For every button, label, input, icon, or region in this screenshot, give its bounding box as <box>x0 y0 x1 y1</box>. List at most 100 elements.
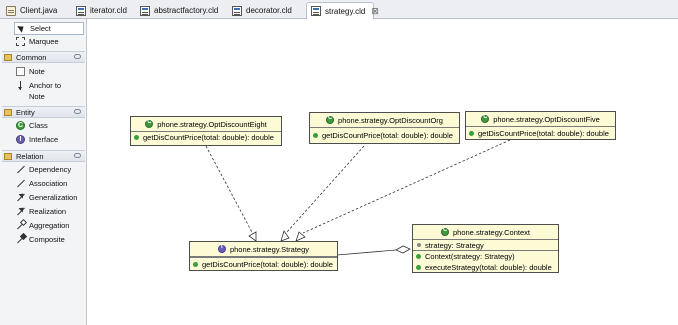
interface-icon <box>16 134 25 145</box>
public-method-icon <box>469 130 474 136</box>
dependency-icon <box>16 165 25 174</box>
class-diagram-file-icon <box>140 5 150 16</box>
palette-item-label: Class <box>29 121 48 130</box>
field-row[interactable]: strategy: Strategy <box>413 240 558 251</box>
class-diagram-file-icon <box>76 5 86 16</box>
palette-item-label: Anchor to Note <box>29 80 61 102</box>
class-header: phone.strategy.OptDiscountEight <box>131 117 281 132</box>
palette-item-label: Dependency <box>29 165 72 174</box>
association-icon <box>16 179 25 188</box>
palette-class-tool[interactable]: Class <box>16 120 48 133</box>
palette-select-tool[interactable]: Select <box>14 22 84 35</box>
palette-item-label: Composite <box>29 235 65 244</box>
palette-marquee-tool[interactable]: Marquee <box>16 36 59 49</box>
anchor-arrow-icon <box>16 81 25 90</box>
palette-item-label: Marquee <box>29 37 59 46</box>
tab-strategy-cld[interactable]: strategy.cld ⊠ <box>306 2 379 19</box>
tab-label: Client.java <box>20 6 58 15</box>
palette-aggregation-tool[interactable]: Aggregation <box>16 220 69 233</box>
class-name: phone.strategy.Context <box>453 227 530 237</box>
tab-abstractfactory-cld[interactable]: abstractfactory.cld <box>136 2 226 19</box>
method-signature: getDisCountPrice(total: double): double <box>322 130 453 140</box>
class-header: phone.strategy.Strategy <box>190 242 337 257</box>
method-row[interactable]: getDisCountPrice(total: double): double <box>131 132 281 142</box>
method-signature: getDisCountPrice(total: double): double <box>143 132 274 142</box>
editor-tab-bar: Client.java iterator.cld abstractfactory… <box>0 0 678 19</box>
class-name: phone.strategy.OptDiscountOrg <box>338 115 443 125</box>
drawer-label: Common <box>16 52 47 62</box>
generalization-icon <box>16 193 25 202</box>
class-diagram-file-icon <box>311 6 321 16</box>
drawer-relation[interactable]: Relation <box>2 150 85 162</box>
realization-icon <box>16 207 25 216</box>
class-name: phone.strategy.Strategy <box>229 244 310 254</box>
private-field-icon <box>417 243 421 247</box>
marquee-icon <box>16 37 25 46</box>
public-method-icon <box>193 261 198 267</box>
diagram-canvas[interactable] <box>88 19 678 325</box>
constructor-row[interactable]: Context(strategy: Strategy) <box>413 251 558 262</box>
constructor-signature: Context(strategy: Strategy) <box>425 252 515 261</box>
field-signature: strategy: Strategy <box>425 240 484 250</box>
method-row[interactable]: executeStrategy(total: double): double <box>413 262 558 273</box>
tab-decorator-cld[interactable]: decorator.cld <box>228 2 304 19</box>
class-icon <box>16 120 25 131</box>
palette-generalization-tool[interactable]: Generalization <box>16 192 77 205</box>
folder-icon <box>4 152 12 160</box>
interface-box-strategy[interactable]: phone.strategy.Strategy getDisCountPrice… <box>189 241 338 271</box>
note-icon <box>16 67 25 76</box>
folder-icon <box>4 108 12 116</box>
class-diagram-file-icon <box>232 5 242 16</box>
class-box-opt-discount-org[interactable]: phone.strategy.OptDiscountOrg getDisCoun… <box>309 112 460 144</box>
collapse-icon[interactable] <box>74 109 81 114</box>
method-row[interactable]: getDisCountPrice(total: double): double <box>310 128 459 142</box>
aggregation-icon <box>16 221 25 230</box>
class-box-context[interactable]: phone.strategy.Context strategy: Strateg… <box>412 224 559 273</box>
drawer-common[interactable]: Common <box>2 51 85 63</box>
collapse-icon[interactable] <box>74 153 81 158</box>
tab-label: decorator.cld <box>246 6 292 15</box>
palette-interface-tool[interactable]: Interface <box>16 134 58 147</box>
drawer-label: Entity <box>16 107 35 117</box>
close-icon[interactable]: ⊠ <box>371 6 379 16</box>
tab-label: strategy.cld <box>325 6 366 16</box>
palette-item-label: Association <box>29 179 68 188</box>
palette-composite-tool[interactable]: Composite <box>16 234 65 247</box>
palette-note-tool[interactable]: Note <box>16 66 45 79</box>
method-row[interactable]: getDisCountPrice(total: double): double <box>190 258 337 270</box>
tab-label: abstractfactory.cld <box>154 6 219 15</box>
class-header: phone.strategy.OptDiscountFive <box>466 112 615 127</box>
public-method-icon <box>416 265 421 270</box>
class-header: phone.strategy.Context <box>413 225 558 240</box>
drawer-entity[interactable]: Entity <box>2 106 85 118</box>
anchor-label-line: Anchor to <box>29 81 62 90</box>
palette-dependency-tool[interactable]: Dependency <box>16 164 71 177</box>
tab-client-java[interactable]: Client.java <box>2 2 70 19</box>
class-name: phone.strategy.OptDiscountFive <box>493 114 600 124</box>
class-icon <box>481 114 490 123</box>
palette-anchor-tool[interactable]: Anchor to Note <box>16 80 61 104</box>
class-header: phone.strategy.OptDiscountOrg <box>310 113 459 128</box>
class-icon <box>441 227 449 236</box>
class-box-opt-discount-eight[interactable]: phone.strategy.OptDiscountEight getDisCo… <box>130 116 282 146</box>
class-icon <box>326 115 335 124</box>
public-method-icon <box>313 132 318 138</box>
tab-label: iterator.cld <box>90 6 127 15</box>
constructor-icon <box>416 254 421 259</box>
tab-iterator-cld[interactable]: iterator.cld <box>72 2 134 19</box>
public-method-icon <box>134 134 139 140</box>
class-box-opt-discount-five[interactable]: phone.strategy.OptDiscountFive getDisCou… <box>465 111 616 140</box>
palette-item-label: Realization <box>29 207 67 216</box>
method-row[interactable]: getDisCountPrice(total: double): double <box>466 127 615 139</box>
palette-realization-tool[interactable]: Realization <box>16 206 66 219</box>
interface-icon <box>217 244 226 253</box>
palette-item-label: Note <box>29 67 45 76</box>
anchor-label-line: Note <box>29 92 45 101</box>
palette-item-label: Generalization <box>29 193 78 202</box>
java-file-icon <box>6 5 16 16</box>
palette-panel: Select Marquee Common Note Anchor to Not… <box>0 19 87 325</box>
class-icon <box>145 119 154 128</box>
palette-item-label: Aggregation <box>29 221 70 230</box>
palette-association-tool[interactable]: Association <box>16 178 67 191</box>
collapse-icon[interactable] <box>74 54 81 59</box>
